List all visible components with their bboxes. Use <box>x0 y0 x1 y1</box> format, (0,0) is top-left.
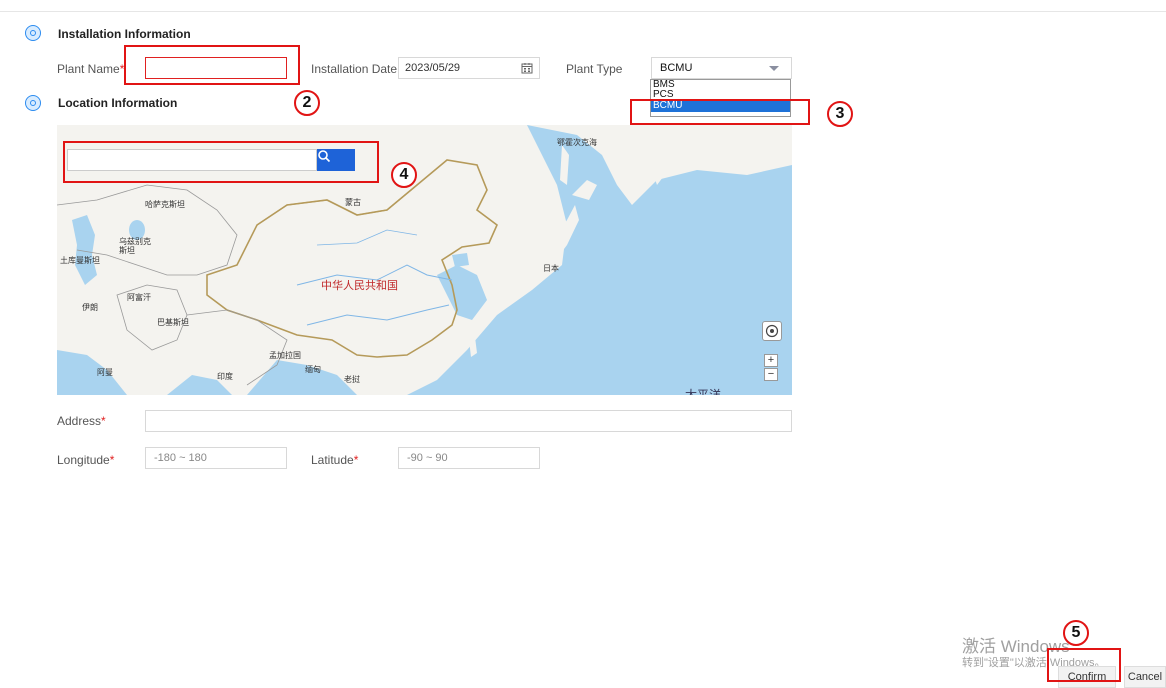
location-section-icon <box>25 95 41 111</box>
map-label-bangladesh: 孟加拉国 <box>269 351 301 360</box>
location-section-title: Location Information <box>58 96 178 110</box>
map-label-laos: 老挝 <box>344 375 360 384</box>
annotation-number-3: 3 <box>827 101 853 127</box>
installation-section-icon <box>25 25 41 41</box>
locate-button[interactable] <box>762 321 782 341</box>
address-label: Address* <box>57 414 106 428</box>
longitude-input[interactable] <box>145 447 287 469</box>
longitude-label: Longitude* <box>57 453 115 467</box>
map-label-india: 印度 <box>217 372 233 381</box>
map-label-china: 中华人民共和国 <box>321 279 398 292</box>
map-label-mongolia: 蒙古 <box>345 198 361 207</box>
cancel-button[interactable]: Cancel <box>1124 666 1166 688</box>
map-label-okhotsk: 鄂霍次克海 <box>557 138 597 147</box>
map-label-pacific: 太平洋 <box>685 388 722 395</box>
installation-section-title: Installation Information <box>58 27 191 41</box>
latitude-label: Latitude* <box>311 453 359 467</box>
map-label-pakistan: 巴基斯坦 <box>157 318 189 327</box>
address-input[interactable] <box>145 410 792 432</box>
map-label-japan: 日本 <box>543 264 559 273</box>
calendar-icon <box>521 63 533 74</box>
map-label-myanmar: 缅甸 <box>305 365 321 374</box>
map-label-iran: 伊朗 <box>82 303 98 312</box>
latitude-input[interactable] <box>398 447 540 469</box>
plant-name-label: Plant Name* <box>57 62 125 76</box>
installation-date-value: 2023/05/29 <box>405 62 461 74</box>
plant-type-label: Plant Type <box>566 62 623 76</box>
plant-type-selected: BCMU <box>660 62 693 74</box>
installation-date-label: Installation Date <box>311 62 398 76</box>
plant-type-option-bms[interactable]: BMS <box>651 80 790 90</box>
annotation-number-2: 2 <box>294 90 320 116</box>
annotation-box-map-search <box>63 141 379 183</box>
zoom-out-button[interactable]: − <box>764 368 778 381</box>
zoom-in-button[interactable]: + <box>764 354 778 367</box>
map-label-afghanistan: 阿富汗 <box>127 293 151 302</box>
top-divider <box>0 11 1166 12</box>
annotation-box-bcmu <box>630 99 810 125</box>
annotation-box-plant-name <box>124 45 300 85</box>
map-label-oman: 阿曼 <box>97 368 113 377</box>
annotation-box-confirm <box>1047 648 1121 682</box>
chevron-down-icon <box>769 66 779 71</box>
plant-type-select[interactable]: BCMU <box>651 57 792 79</box>
map-label-uzbekistan: 乌兹别克 斯坦 <box>119 237 151 255</box>
map-label-kazakhstan: 哈萨克斯坦 <box>145 200 185 209</box>
map-label-turkmenistan: 土库曼斯坦 <box>60 256 100 265</box>
annotation-number-5: 5 <box>1063 620 1089 646</box>
locate-icon <box>765 324 779 338</box>
annotation-number-4: 4 <box>391 162 417 188</box>
installation-date-picker[interactable]: 2023/05/29 <box>398 57 540 79</box>
